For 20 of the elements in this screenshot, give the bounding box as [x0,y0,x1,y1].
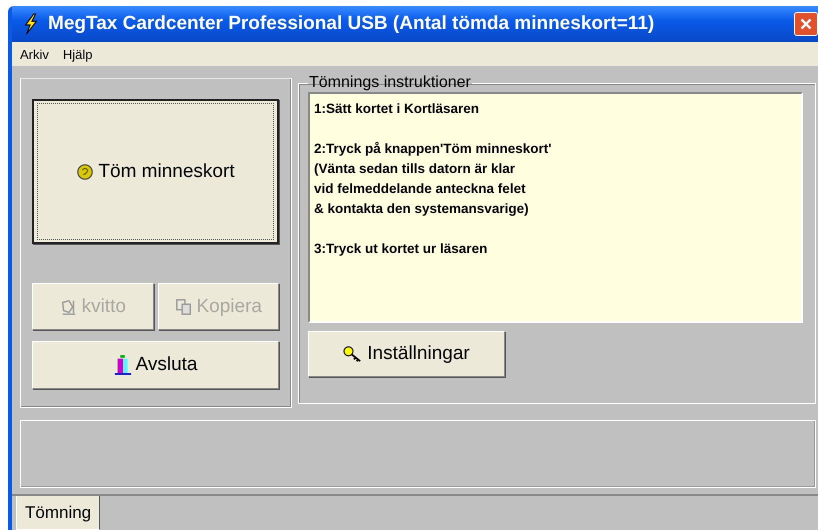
coin-icon [76,162,94,180]
instruction-line: (Vänta sedan tills datorn är klar [314,161,516,176]
door-icon [114,354,132,376]
instruction-line: 2:Tryck på knappen'Töm minneskort' [314,141,552,156]
lightning-icon [22,13,40,36]
instruction-line: & kontakta den systemansvarige) [314,201,529,216]
window-title: MegTax Cardcenter Professional USB (Antal tömda minneskort=11) [48,13,654,36]
copy-icon [174,298,192,316]
tab[interactable]: Tömning [16,496,100,530]
menu-item[interactable]: Arkiv [20,46,49,62]
instruction-line: 3:Tryck ut kortet ur läsaren [314,241,488,256]
key-icon [343,345,364,363]
exit-button[interactable]: Avsluta [32,341,279,389]
empty-card-button[interactable]: Töm minneskort [32,99,279,244]
instruction-line: 1:Sätt kortet i Kortläsaren [314,101,480,116]
close-button[interactable] [794,12,818,36]
settings-button[interactable]: Inställningar [308,331,505,377]
group-title: Tömnings instruktioner [308,74,472,92]
menu-item[interactable]: Hjälp [62,46,93,62]
instruction-line: vid felmeddelande anteckna felet [314,181,526,196]
